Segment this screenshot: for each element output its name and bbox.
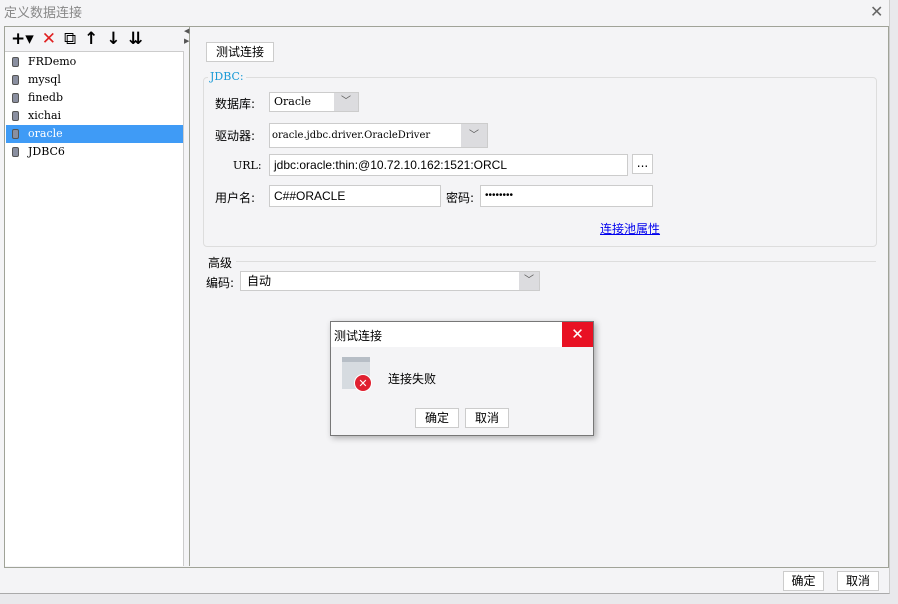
- database-icon: [12, 129, 19, 139]
- connection-name: oracle: [28, 127, 63, 140]
- driver-value: oracle.jdbc.driver.OracleDriver: [272, 130, 431, 141]
- dialog-title: 测试连接: [334, 329, 383, 343]
- move-down-icon[interactable]: ↓: [106, 29, 120, 49]
- data-connection-window: 定义数据连接 ✕ +▾ ✕ ⧉ ↑ ↓ ⇊ FRDemo mysql finedb x…: [0, 0, 890, 594]
- jdbc-group-label: JDBC:: [208, 70, 246, 83]
- connection-item-jdbc6[interactable]: JDBC6: [6, 143, 183, 161]
- database-icon: [12, 93, 19, 103]
- database-value: Oracle: [274, 95, 312, 108]
- driver-select[interactable]: oracle.jdbc.driver.OracleDriver ﹀: [269, 123, 488, 148]
- connection-item-frdemo[interactable]: FRDemo: [6, 53, 183, 71]
- move-up-icon[interactable]: ↑: [84, 29, 98, 49]
- dialog-close-icon[interactable]: ✕: [562, 322, 593, 347]
- test-connection-button[interactable]: 测试连接: [206, 42, 274, 62]
- connection-list-panel: +▾ ✕ ⧉ ↑ ↓ ⇊ FRDemo mysql finedb xichai orac…: [5, 27, 184, 566]
- connection-name: xichai: [28, 109, 62, 122]
- chevron-down-icon: ﹀: [461, 124, 487, 147]
- chevron-down-icon: ﹀: [334, 93, 358, 111]
- encoding-label: 编码:: [206, 276, 235, 290]
- driver-label: 驱动器:: [215, 129, 256, 143]
- list-toolbar: +▾ ✕ ⧉ ↑ ↓ ⇊: [5, 27, 184, 52]
- connection-item-mysql[interactable]: mysql: [6, 71, 183, 89]
- splitter[interactable]: ◀ ▶: [184, 27, 190, 566]
- connection-item-xichai[interactable]: xichai: [6, 107, 183, 125]
- encoding-select[interactable]: 自动 ﹀: [240, 271, 540, 291]
- database-icon: [12, 75, 19, 85]
- encoding-value: 自动: [247, 274, 272, 288]
- connection-name: mysql: [28, 73, 61, 86]
- dialog-ok-button[interactable]: 确定: [415, 408, 459, 428]
- delete-icon[interactable]: ✕: [42, 29, 56, 49]
- footer-ok-button[interactable]: 确定: [783, 571, 824, 591]
- connection-pool-link[interactable]: 连接池属性: [600, 220, 660, 237]
- test-connection-dialog: 测试连接 ✕ ✕ 连接失败 确定 取消: [330, 321, 594, 436]
- dialog-titlebar: 测试连接 ✕: [331, 322, 593, 347]
- dialog-message: 连接失败: [388, 372, 437, 386]
- database-icon: [12, 147, 19, 157]
- database-icon: [12, 111, 19, 121]
- username-label: 用户名:: [215, 191, 256, 205]
- error-icon: ✕: [342, 357, 372, 392]
- database-label: 数据库:: [215, 97, 256, 111]
- database-icon: [12, 57, 19, 67]
- advanced-label: 高级: [208, 256, 233, 270]
- connection-name: JDBC6: [28, 145, 65, 158]
- window-title: 定义数据连接: [4, 6, 83, 21]
- url-more-button[interactable]: ...: [632, 154, 653, 174]
- username-input[interactable]: C##ORACLE: [269, 185, 441, 207]
- database-select[interactable]: Oracle ﹀: [269, 92, 359, 112]
- url-input[interactable]: jdbc:oracle:thin:@10.72.10.162:1521:ORCL: [269, 154, 628, 176]
- connection-item-finedb[interactable]: finedb: [6, 89, 183, 107]
- close-icon[interactable]: ✕: [870, 2, 883, 21]
- dialog-cancel-button[interactable]: 取消: [465, 408, 509, 428]
- password-label: 密码:: [446, 191, 475, 205]
- connection-item-oracle[interactable]: oracle: [6, 125, 183, 143]
- connection-name: FRDemo: [28, 55, 77, 68]
- add-icon[interactable]: +▾: [11, 29, 34, 49]
- password-input[interactable]: ••••••••: [480, 185, 653, 207]
- footer-cancel-button[interactable]: 取消: [837, 571, 879, 591]
- sort-icon[interactable]: ⇊: [129, 29, 143, 49]
- advanced-divider: [236, 261, 876, 262]
- connection-name: finedb: [28, 91, 64, 104]
- copy-icon[interactable]: ⧉: [64, 29, 76, 49]
- chevron-down-icon: ﹀: [519, 272, 539, 290]
- url-label: URL:: [233, 159, 262, 172]
